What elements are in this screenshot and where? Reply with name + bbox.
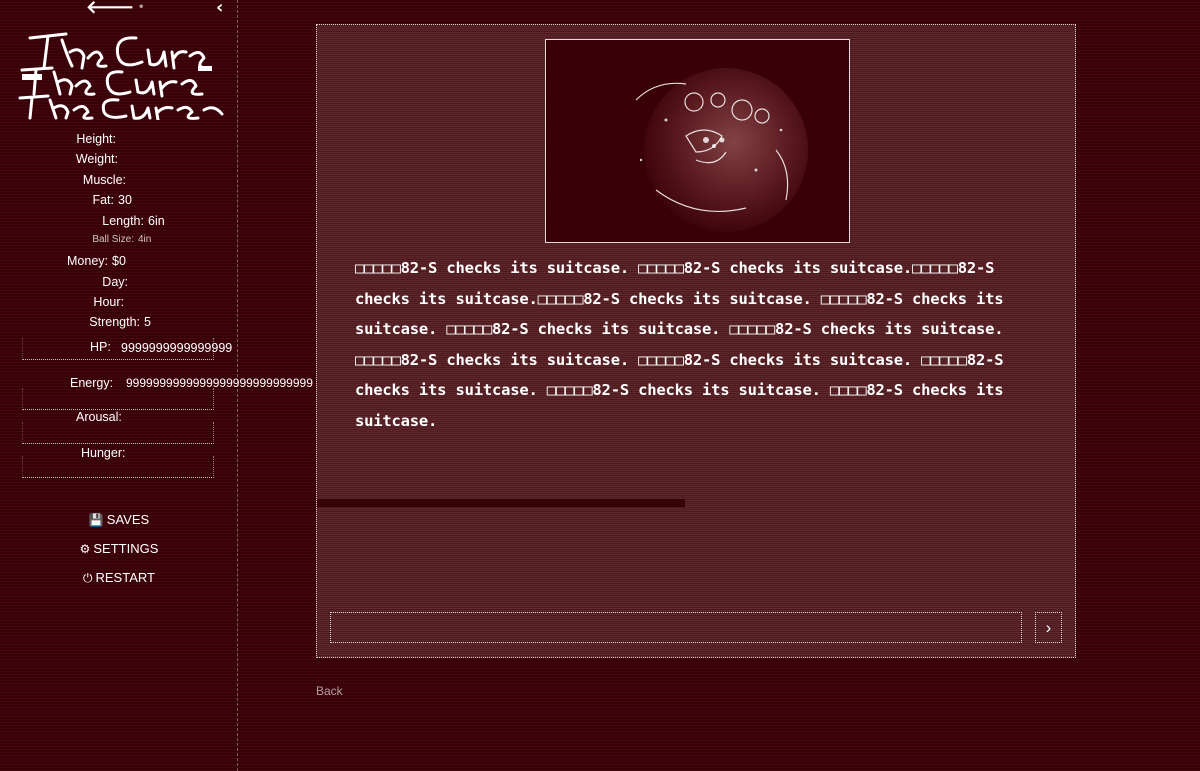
stat-label: Height:: [76, 132, 116, 146]
stat-money: Money: $0: [0, 252, 238, 270]
stat-length: Length: 6in: [0, 212, 238, 230]
stat-label: Hour:: [93, 295, 124, 309]
passage-panel: □□□□□82-S checks its suitcase. □□□□□82-S…: [316, 24, 1076, 658]
stat-height: Height:: [0, 130, 238, 148]
chevron-left-icon[interactable]: ‹: [216, 0, 223, 18]
stat-value: 30: [118, 193, 132, 207]
stat-strength: Strength: 5: [0, 313, 238, 331]
chevron-right-icon: ›: [1045, 618, 1052, 637]
hunger-bar: [22, 456, 214, 478]
back-link[interactable]: Back: [316, 684, 343, 698]
power-icon: ⏻: [83, 571, 93, 585]
passage-divider: [317, 499, 685, 507]
restart-label: RESTART: [95, 570, 155, 585]
hp-bar: [22, 338, 214, 360]
arousal-bar: [22, 422, 214, 444]
stat-value: 6in: [148, 214, 165, 228]
stat-label: Weight:: [75, 152, 118, 166]
restart-button[interactable]: ⏻ RESTART: [0, 568, 238, 588]
stat-label: Strength:: [89, 315, 140, 329]
stat-label: Day:: [102, 275, 128, 289]
saves-label: SAVES: [106, 512, 150, 527]
sidebar: 🡐 • ‹ Height: Weight: Muscle: Fat: 30 Le…: [0, 0, 313, 771]
stat-value: 5: [144, 315, 151, 329]
dot-icon: •: [138, 2, 145, 13]
stat-ball-size: Ball Size: 4in: [0, 231, 238, 249]
scene-image: [545, 39, 850, 243]
arrow-left-icon[interactable]: 🡐: [86, 0, 134, 18]
stat-label: Ball Size:: [92, 234, 134, 245]
stat-weight: Weight:: [0, 150, 238, 168]
command-input[interactable]: [330, 612, 1022, 643]
floppy-disk-icon: 💾: [88, 513, 104, 527]
stat-value: $0: [112, 254, 126, 268]
saves-button[interactable]: 💾 SAVES: [0, 510, 238, 530]
stat-label: Length:: [102, 214, 144, 228]
sidebar-top-bar: 🡐 • ‹: [0, 0, 238, 20]
stat-fat: Fat: 30: [0, 191, 238, 209]
stat-hour: Hour:: [0, 293, 238, 311]
story-text: □□□□□82-S checks its suitcase. □□□□□82-S…: [355, 259, 1004, 430]
energy-bar: [22, 388, 214, 410]
submit-button[interactable]: ›: [1035, 612, 1062, 643]
stat-label: Muscle:: [82, 173, 126, 187]
game-logo: [18, 28, 228, 122]
stat-value: 4in: [138, 234, 152, 245]
settings-button[interactable]: ⚙ SETTINGS: [0, 539, 238, 559]
stat-label: Money:: [67, 254, 108, 268]
stat-day: Day:: [0, 273, 238, 291]
settings-label: SETTINGS: [93, 541, 159, 556]
game-screen: 🡐 • ‹ Height: Weight: Muscle: Fat: 30 Le…: [0, 0, 1200, 771]
stat-muscle: Muscle:: [0, 171, 238, 189]
gear-icon: ⚙: [79, 542, 91, 556]
stat-label: Fat:: [92, 193, 114, 207]
